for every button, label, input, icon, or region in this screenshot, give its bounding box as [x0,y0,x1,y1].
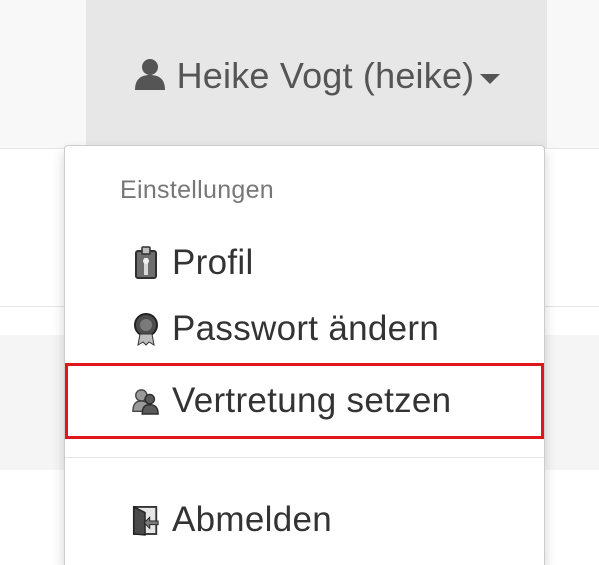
menu-item-label: Passwort ändern [172,309,440,348]
menu-item-label: Profil [172,243,254,282]
user-menu-label: Heike Vogt (heike) [176,55,475,96]
page: Heike Vogt (heike) Einstellungen Profil [0,0,599,565]
menu-item-profil[interactable]: Profil [65,234,544,292]
menu-item-label: Abmelden [172,500,333,539]
menu-divider [65,457,544,458]
menu-item-passwort-aendern[interactable]: Passwort ändern [65,300,544,358]
menu-item-abmelden[interactable]: Abmelden [65,491,544,549]
navbar: Heike Vogt (heike) [0,0,599,148]
logout-icon [132,503,160,537]
highlight-box [65,363,544,439]
user-menu-toggle[interactable]: Heike Vogt (heike) [86,0,547,148]
dropdown-header: Einstellungen [120,176,275,204]
user-icon [133,57,167,96]
profile-badge-icon [132,246,160,280]
user-dropdown-menu: Einstellungen Profil Passwort ändern Ver… [64,145,545,565]
caret-down-icon [480,74,501,84]
password-seal-icon [132,312,160,346]
